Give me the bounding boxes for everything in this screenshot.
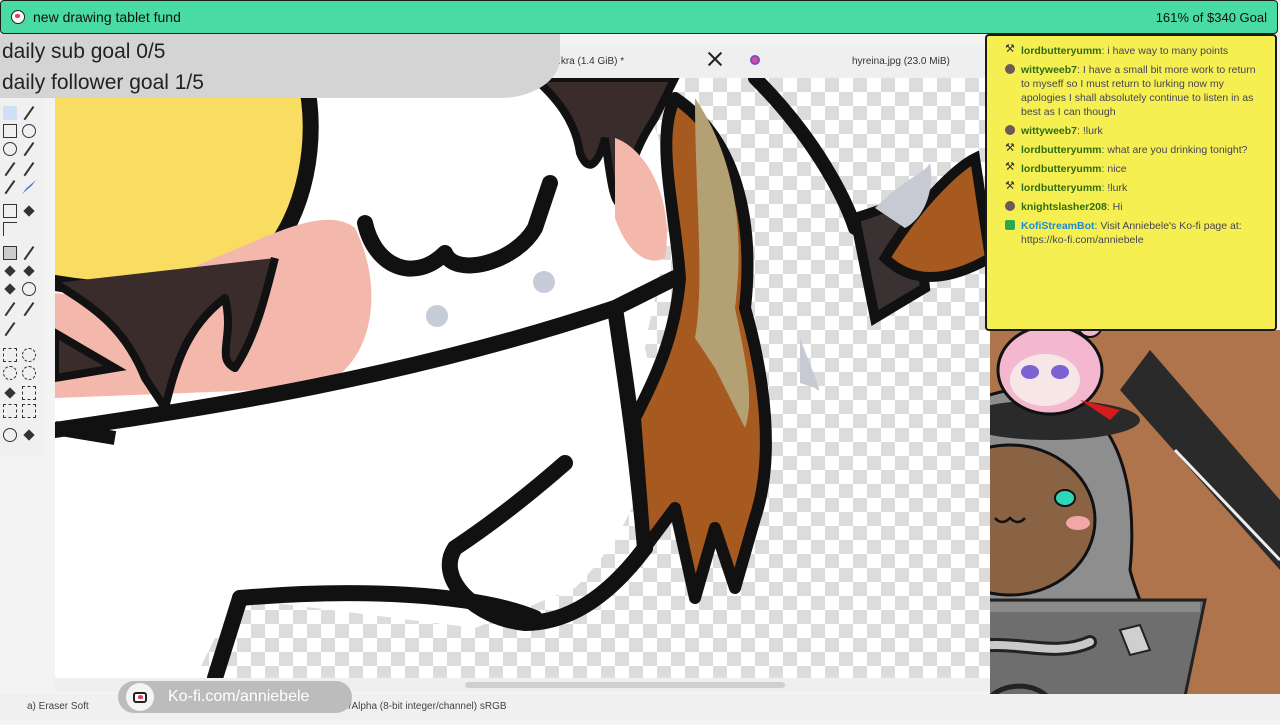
freehand-brush-icon[interactable] bbox=[3, 106, 17, 120]
zoom-icon[interactable] bbox=[3, 428, 17, 442]
chat-message: lordbutteryumm: !lurk bbox=[1005, 179, 1265, 195]
fill-icon[interactable] bbox=[3, 282, 17, 296]
crop-icon[interactable] bbox=[3, 222, 17, 236]
kofi-link-text: Ko-fi.com/anniebele bbox=[168, 688, 310, 705]
kofi-badge: Ko-fi.com/anniebele bbox=[118, 681, 352, 713]
polygon-select-icon[interactable] bbox=[3, 366, 17, 380]
face-icon bbox=[1005, 125, 1015, 135]
transform-icon[interactable] bbox=[3, 204, 17, 218]
color-space: RGB/Alpha (8-bit integer/channel) sRGB bbox=[327, 701, 507, 712]
close-icon[interactable] bbox=[706, 50, 724, 68]
chat-username: lordbutteryumm bbox=[1021, 144, 1102, 156]
wrench-icon bbox=[1005, 42, 1015, 56]
line-icon[interactable] bbox=[22, 106, 36, 120]
toolbox bbox=[0, 96, 44, 456]
color-picker-icon[interactable] bbox=[22, 246, 36, 260]
bezier-icon[interactable] bbox=[3, 162, 17, 176]
goal-progress: 161% of $340 Goal bbox=[1155, 9, 1267, 25]
freehand-select-icon[interactable] bbox=[22, 366, 36, 380]
chat-message: lordbutteryumm: i have way to many point… bbox=[1005, 42, 1265, 58]
krita-icon bbox=[750, 55, 760, 65]
kofi-cup-icon bbox=[11, 10, 25, 24]
magnetic-select-icon[interactable] bbox=[22, 404, 36, 418]
kofi-cup-icon bbox=[126, 683, 154, 711]
chat-text: i have way to many points bbox=[1107, 45, 1229, 57]
ellipse-select-icon[interactable] bbox=[22, 348, 36, 362]
chat-message: lordbutteryumm: nice bbox=[1005, 160, 1265, 176]
contiguous-select-icon[interactable] bbox=[3, 386, 17, 400]
scrollbar-thumb[interactable] bbox=[465, 682, 785, 688]
goal-title: new drawing tablet fund bbox=[33, 9, 181, 25]
polygon-icon[interactable] bbox=[3, 142, 17, 156]
chat-message: knightslasher208: Hi bbox=[1005, 200, 1265, 214]
similar-select-icon[interactable] bbox=[22, 386, 36, 400]
wrench-icon bbox=[1005, 179, 1015, 193]
calligraphy-icon[interactable] bbox=[22, 180, 36, 194]
move-icon[interactable] bbox=[22, 204, 36, 218]
reference-image-icon[interactable] bbox=[3, 322, 17, 336]
wrench-icon bbox=[1005, 141, 1015, 155]
face-icon bbox=[1005, 64, 1015, 74]
chat-message: wittyweeb7: !lurk bbox=[1005, 124, 1265, 138]
chat-message: KofiStreamBot: Visit Anniebele's Ko-fi p… bbox=[1005, 219, 1265, 247]
wrench-icon bbox=[1005, 160, 1015, 174]
tab-hyreina[interactable]: hyreina.jpg (23.0 MiB) bbox=[852, 56, 950, 67]
chat-username: lordbutteryumm bbox=[1021, 45, 1102, 57]
smart-patch-icon[interactable] bbox=[22, 264, 36, 278]
text-icon[interactable] bbox=[22, 162, 36, 176]
chat-message: wittyweeb7: I have a small bit more work… bbox=[1005, 63, 1265, 119]
polyline-icon[interactable] bbox=[22, 142, 36, 156]
chat-panel: lordbutteryumm: i have way to many point… bbox=[985, 34, 1277, 331]
stream-goals: daily sub goal 0/5 daily follower goal 1… bbox=[0, 34, 560, 98]
goal-bar: new drawing tablet fund 161% of $340 Goa… bbox=[0, 0, 1278, 34]
chat-text: Hi bbox=[1112, 201, 1123, 213]
chat-username: lordbutteryumm bbox=[1021, 182, 1102, 194]
chat-username: wittyweeb7 bbox=[1021, 125, 1078, 137]
sub-goal: daily sub goal 0/5 bbox=[2, 40, 166, 63]
gradient-icon[interactable] bbox=[3, 246, 17, 260]
document-tab-bar: doro side eye.kra (1.4 GiB) * hyreina.jp… bbox=[490, 44, 990, 78]
freehand-path-icon[interactable] bbox=[3, 180, 17, 194]
follower-goal: daily follower goal 1/5 bbox=[2, 71, 204, 94]
pan-icon[interactable] bbox=[22, 428, 36, 442]
face-icon bbox=[1005, 201, 1015, 211]
chat-username: lordbutteryumm bbox=[1021, 163, 1102, 175]
ellipse-icon[interactable] bbox=[22, 124, 36, 138]
artwork bbox=[55, 78, 990, 678]
chat-username: knightslasher208 bbox=[1021, 201, 1107, 213]
rectangle-icon[interactable] bbox=[3, 124, 17, 138]
check-icon bbox=[1005, 220, 1015, 230]
reference-icon[interactable] bbox=[3, 302, 17, 316]
chat-username: KofiStreamBot bbox=[1021, 220, 1095, 232]
vtuber-avatar bbox=[848, 312, 1280, 722]
colorize-mask-icon[interactable] bbox=[3, 264, 17, 278]
assistant-icon[interactable] bbox=[22, 282, 36, 296]
chat-text: !lurk bbox=[1107, 182, 1128, 194]
rectangle-select-icon[interactable] bbox=[3, 348, 17, 362]
chat-text: !lurk bbox=[1082, 125, 1103, 137]
vtuber-area bbox=[848, 312, 1280, 722]
chat-text: what are you drinking tonight? bbox=[1107, 144, 1248, 156]
measure-icon[interactable] bbox=[22, 302, 36, 316]
chat-text: nice bbox=[1107, 163, 1127, 175]
chat-username: wittyweeb7 bbox=[1021, 64, 1078, 76]
bezier-select-icon[interactable] bbox=[3, 404, 17, 418]
drawing-canvas[interactable] bbox=[55, 78, 990, 678]
chat-message: lordbutteryumm: what are you drinking to… bbox=[1005, 141, 1265, 157]
brush-preset[interactable]: a) Eraser Soft bbox=[27, 701, 89, 712]
